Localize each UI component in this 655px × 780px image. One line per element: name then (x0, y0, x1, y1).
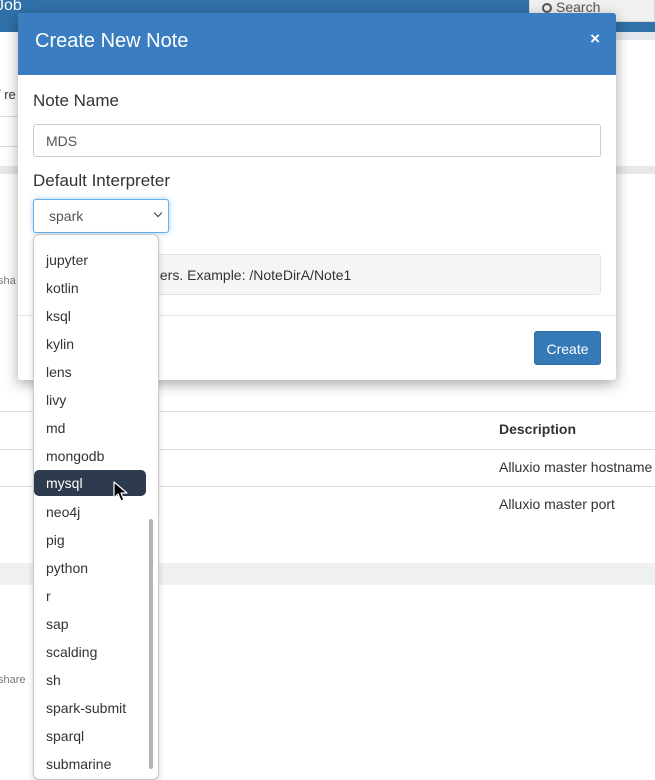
note-path-hint-text: lders. Example: /NoteDirA/Note1 (149, 267, 352, 283)
dropdown-option-mysql[interactable]: mysql (34, 470, 146, 496)
interpreter-dropdown-list[interactable]: jupyter kotlin ksql kylin lens livy md m… (33, 234, 159, 780)
dropdown-option-kylin[interactable]: kylin (34, 331, 146, 357)
close-icon[interactable]: × (590, 29, 600, 49)
background-divider (0, 146, 20, 147)
dropdown-option-livy[interactable]: livy (34, 387, 146, 413)
table-cell-description: Alluxio master port (499, 496, 615, 512)
table-cell-description: Alluxio master hostname (499, 459, 653, 475)
dropdown-option-md[interactable]: md (34, 415, 146, 441)
interpreter-select[interactable]: spark (33, 199, 169, 233)
background-fragment: share (0, 674, 26, 686)
dialog-header: Create New Note × (18, 13, 616, 75)
dropdown-option-mongodb[interactable]: mongodb (34, 443, 146, 469)
dropdown-option-submarine[interactable]: submarine (34, 751, 146, 777)
dropdown-option-sparql[interactable]: sparql (34, 723, 146, 749)
create-button[interactable]: Create (534, 331, 601, 365)
background-fragment: sha (0, 275, 16, 287)
dropdown-option-sh[interactable]: sh (34, 667, 146, 693)
dropdown-option-pig[interactable]: pig (34, 527, 146, 553)
dropdown-option-r[interactable]: r (34, 583, 146, 609)
dropdown-option-scalding[interactable]: scalding (34, 639, 146, 665)
chevron-down-icon (153, 208, 163, 218)
table-header-description: Description (499, 421, 577, 437)
background-strip (616, 32, 655, 40)
interpreter-selected-value: spark (49, 208, 84, 224)
background-divider (0, 116, 20, 117)
default-interpreter-label: Default Interpreter (33, 171, 171, 190)
mouse-pointer-icon (113, 481, 128, 502)
dropdown-option-sap[interactable]: sap (34, 611, 146, 637)
dropdown-option-spark-submit[interactable]: spark-submit (34, 695, 146, 721)
note-name-label: Note Name (33, 91, 119, 110)
dropdown-option-lens[interactable]: lens (34, 359, 146, 385)
dropdown-option-neo4j[interactable]: neo4j (34, 499, 146, 525)
dropdown-option-python[interactable]: python (34, 555, 146, 581)
note-name-input[interactable] (33, 124, 601, 157)
dropdown-option-kotlin[interactable]: kotlin (34, 275, 146, 301)
dialog-title: Create New Note (35, 30, 189, 52)
dropdown-option-ksql[interactable]: ksql (34, 303, 146, 329)
dropdown-scrollbar[interactable] (149, 519, 153, 769)
search-icon (542, 3, 552, 13)
dropdown-option-jupyter[interactable]: jupyter (34, 247, 146, 273)
background-fragment: / re (0, 87, 16, 102)
